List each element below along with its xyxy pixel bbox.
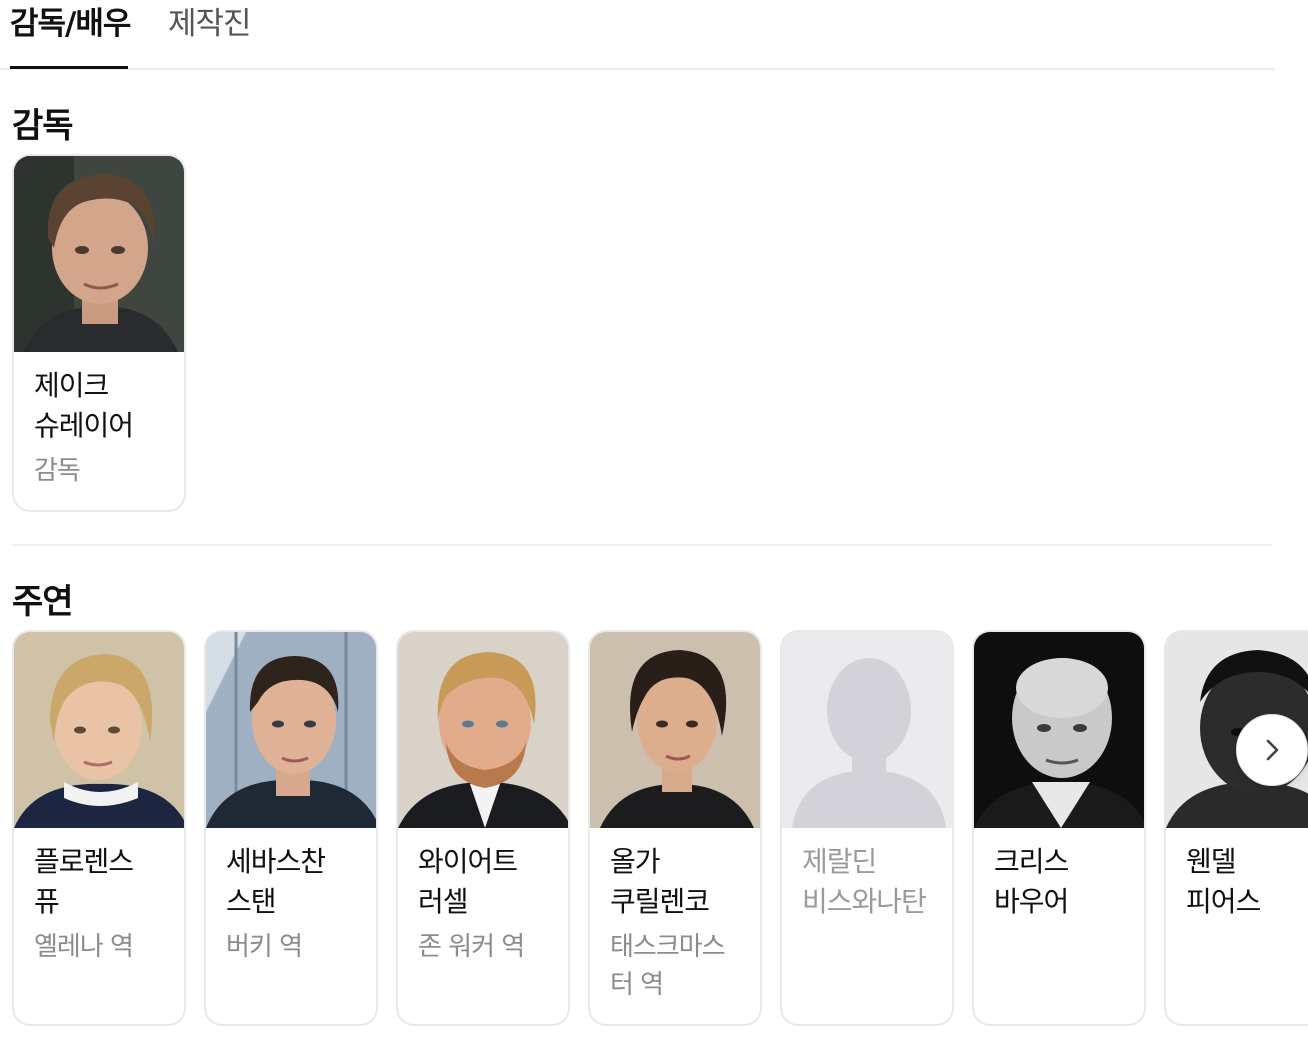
cast-card[interactable]: 세바스찬 스탠 버키 역 [204,630,378,1026]
cast-role: 태스크마스터 역 [610,932,726,1000]
carousel-next-button[interactable] [1236,714,1308,786]
cast-role [1166,922,1308,928]
chevron-right-icon [1266,739,1279,761]
cast-name: 와이어트 러셀 [418,845,518,918]
cast-card[interactable]: 웬델 피어스 [1164,630,1308,1026]
cast-role: 존 워커 역 [418,932,525,962]
cast-photo [206,632,376,828]
cast-photo [14,632,184,828]
cast-card[interactable]: 올가 쿠릴렌코 태스크마스터 역 [588,630,762,1026]
cast-name: 제랄딘 비스와나탄 [802,845,927,918]
cast-card[interactable]: 크리스 바우어 [972,630,1146,1026]
cast-section-title: 주연 [12,582,74,622]
cast-card[interactable]: 와이어트 러셀 존 워커 역 [396,630,570,1026]
cast-name: 웬델 피어스 [1186,845,1261,918]
cast-photo [398,632,568,828]
director-name: 제이크 슈레이어 [34,369,134,442]
tab-production-staff[interactable]: 제작진 [168,4,252,44]
cast-photo [974,632,1144,828]
director-section-title: 감독 [12,106,74,146]
tab-directors-actors[interactable]: 감독/배우 [10,4,131,44]
cast-card[interactable]: 플로렌스 퓨 옐레나 역 [12,630,186,1026]
cast-name: 올가 쿠릴렌코 [610,845,710,918]
cast-name: 크리스 바우어 [994,845,1069,918]
active-tab-indicator [10,66,128,69]
cast-role: 옐레나 역 [34,932,134,962]
cast-role: 버키 역 [226,932,303,962]
director-card[interactable]: 제이크 슈레이어 감독 [12,154,186,512]
cast-role [974,922,1144,928]
person-silhouette-icon [782,632,952,828]
tab-bar: 감독/배우 제작진 [0,0,1275,70]
cast-role [782,922,952,928]
section-divider [12,544,1272,546]
cast-photo [590,632,760,828]
cast-name: 세바스찬 스탠 [226,845,326,918]
cast-name: 플로렌스 퓨 [34,845,134,918]
cast-card[interactable]: 제랄딘 비스와나탄 [780,630,954,1026]
director-photo [14,156,184,352]
director-role: 감독 [34,456,81,486]
